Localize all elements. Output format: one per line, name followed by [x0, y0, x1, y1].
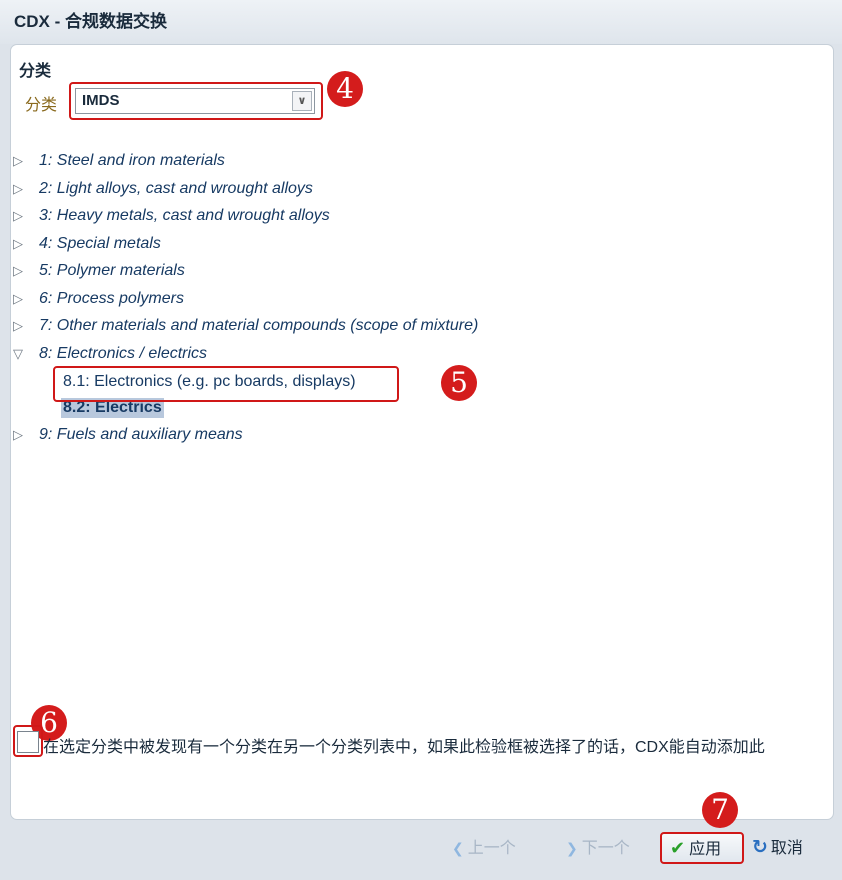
tree-item-label[interactable]: 1: Steel and iron materials [39, 152, 225, 170]
triangle-right-icon[interactable]: ▷ [13, 153, 27, 169]
tree-item-1[interactable]: ▷ 1: Steel and iron materials [13, 149, 823, 177]
marker-5: 5 [441, 365, 477, 401]
tree-item-label[interactable]: 8: Electronics / electrics [39, 345, 207, 363]
tree-item-9[interactable]: ▷ 9: Fuels and auxiliary means [13, 423, 823, 451]
marker-7: 7 [702, 792, 738, 828]
callout-box-4 [69, 82, 323, 120]
tree-item-label[interactable]: 7: Other materials and material compound… [39, 317, 478, 335]
classification-panel: 分类 分类 IMDS ∨ 4 ▷ 1: Steel and iron mater… [10, 44, 834, 820]
tree-item-2[interactable]: ▷ 2: Light alloys, cast and wrought allo… [13, 177, 823, 205]
tree-item-label[interactable]: 5: Polymer materials [39, 262, 185, 280]
marker-4: 4 [327, 71, 363, 107]
footer-toolbar: ❮ 上一个 ❯ 下一个 ✔ 应用 7 ↻ 取消 [10, 792, 834, 880]
triangle-right-icon[interactable]: ▷ [13, 236, 27, 252]
tree-item-label[interactable]: 6: Process polymers [39, 290, 184, 308]
callout-box-5 [53, 366, 399, 402]
tree-item-7[interactable]: ▷ 7: Other materials and material compou… [13, 314, 823, 342]
chevron-left-icon: ❮ [452, 840, 464, 856]
chevron-right-icon: ❯ [566, 840, 578, 856]
classification-tree: ▷ 1: Steel and iron materials ▷ 2: Light… [13, 149, 823, 451]
apply-button[interactable]: ✔ 应用 [660, 832, 744, 864]
tree-item-6[interactable]: ▷ 6: Process polymers [13, 287, 823, 315]
apply-label: 应用 [689, 841, 722, 858]
triangle-right-icon[interactable]: ▷ [13, 181, 27, 197]
next-button[interactable]: ❯ 下一个 [566, 834, 630, 862]
triangle-right-icon[interactable]: ▷ [13, 291, 27, 307]
checkmark-icon: ✔ [670, 838, 686, 858]
next-label: 下一个 [581, 840, 630, 857]
cancel-label: 取消 [770, 840, 803, 857]
auto-add-label: 在选定分类中被发现有一个分类在另一个分类列表中，如果此检验框被选择了的话，CDX… [43, 739, 765, 756]
tree-item-8[interactable]: ▽ 8: Electronics / electrics [13, 342, 823, 370]
cancel-button[interactable]: ↻ 取消 [752, 834, 803, 862]
callout-box-6 [13, 725, 43, 757]
window-title: CDX - 合规数据交换 [0, 0, 842, 44]
tree-item-4[interactable]: ▷ 4: Special metals [13, 232, 823, 260]
classification-label: 分类 [25, 97, 58, 114]
section-title: 分类 [19, 63, 52, 80]
prev-label: 上一个 [467, 840, 516, 857]
prev-button[interactable]: ❮ 上一个 [452, 834, 516, 862]
tree-item-label[interactable]: 3: Heavy metals, cast and wrought alloys [39, 207, 330, 225]
triangle-right-icon[interactable]: ▷ [13, 208, 27, 224]
triangle-down-icon[interactable]: ▽ [13, 346, 27, 362]
tree-item-3[interactable]: ▷ 3: Heavy metals, cast and wrought allo… [13, 204, 823, 232]
triangle-right-icon[interactable]: ▷ [13, 263, 27, 279]
tree-item-label[interactable]: 2: Light alloys, cast and wrought alloys [39, 180, 313, 198]
triangle-right-icon[interactable]: ▷ [13, 427, 27, 443]
tree-item-label[interactable]: 9: Fuels and auxiliary means [39, 426, 243, 444]
refresh-icon: ↻ [752, 837, 768, 858]
tree-item-5[interactable]: ▷ 5: Polymer materials [13, 259, 823, 287]
triangle-right-icon[interactable]: ▷ [13, 318, 27, 334]
tree-item-label[interactable]: 4: Special metals [39, 235, 161, 253]
